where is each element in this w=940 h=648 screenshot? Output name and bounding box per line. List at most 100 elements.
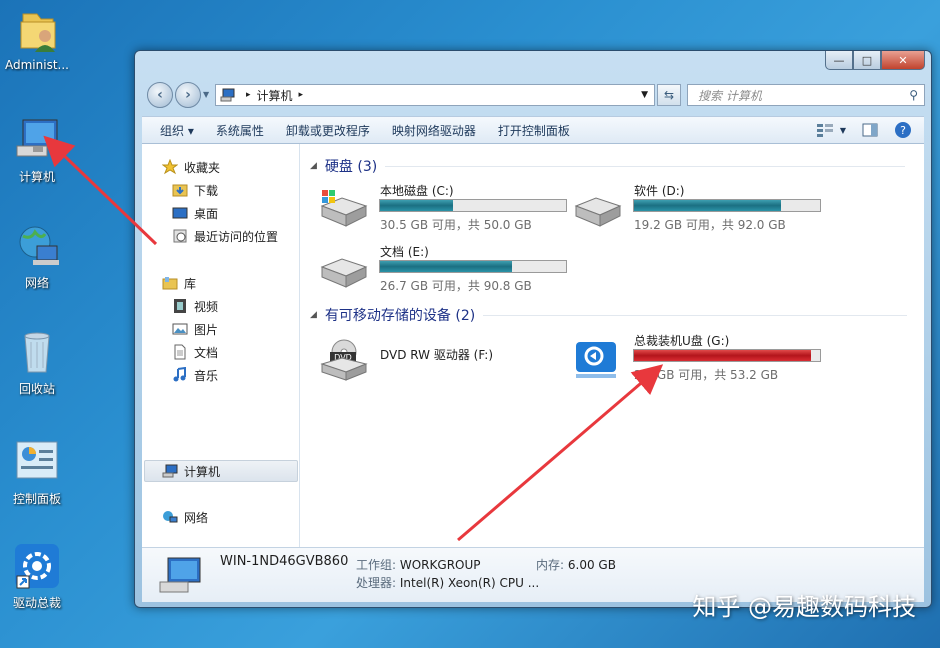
caption-buttons: — □ ✕: [825, 51, 925, 70]
drive-usage-fill: [380, 200, 453, 211]
svg-text:?: ?: [900, 124, 906, 137]
refresh-button[interactable]: ⇆: [657, 84, 681, 106]
search-box[interactable]: 搜索 计算机 ⚲: [687, 84, 925, 106]
desktop-icon-computer[interactable]: 计算机: [4, 116, 70, 185]
desktop-icon-label: 控制面板: [12, 492, 61, 506]
recycle-bin-icon: [13, 328, 61, 376]
drive-free-space: 30.5 GB 可用，共 50.0 GB: [380, 218, 532, 232]
sidebar-item-label: 图片: [194, 322, 219, 337]
drive-g-usb[interactable]: 总裁装机U盘 (G:) 2.6 GB 可用，共 53.2 GB: [572, 330, 822, 386]
preview-pane-button[interactable]: [854, 118, 886, 142]
drive-name: 本地磁盘 (C:): [380, 184, 454, 198]
recent-places-icon: [172, 228, 188, 244]
chevron-down-icon: ▼: [839, 125, 846, 135]
processor-value: Intel(R) Xeon(R) CPU ...: [399, 576, 540, 590]
watermark: 知乎 @易趣数码科技: [692, 593, 916, 621]
drive-e[interactable]: 文档 (E:) 26.7 GB 可用，共 90.8 GB: [318, 241, 568, 297]
driver-app-icon: [13, 542, 61, 590]
system-properties-button[interactable]: 系统属性: [208, 118, 272, 142]
hard-drive-icon: [318, 249, 368, 289]
sidebar-item-computer[interactable]: 计算机: [162, 461, 220, 481]
control-panel-icon: [13, 438, 61, 486]
desktop-icon-label: 网络: [24, 276, 49, 290]
sidebar-item-documents[interactable]: 文档: [172, 342, 218, 362]
breadcrumb-computer[interactable]: 计算机: [257, 87, 293, 104]
sidebar-item-label: 计算机: [184, 464, 221, 479]
search-input[interactable]: 搜索 计算机: [698, 87, 762, 104]
navigation-pane: 收藏夹 下载 桌面 最近访问的位置 库 视频 图片 文档 音乐 计算机 网络: [142, 144, 300, 547]
processor-info: 处理器: Intel(R) Xeon(R) CPU ...: [356, 574, 539, 591]
group-header-hard-disks[interactable]: ◢ 硬盘 (3): [310, 156, 906, 176]
group-header-label: 硬盘 (3): [324, 159, 378, 175]
sidebar-item-recent-places[interactable]: 最近访问的位置: [172, 226, 278, 246]
arrow-right-icon: ›: [185, 87, 191, 103]
drive-usage-fill: [380, 261, 513, 272]
computer-name: WIN-1ND46GVB860: [220, 554, 349, 569]
breadcrumb-separator[interactable]: ▸: [246, 90, 251, 100]
desktop-icon-network[interactable]: 网络: [4, 222, 70, 291]
preview-pane-icon: [862, 123, 878, 137]
desktop-icon-driver-app[interactable]: 驱动总裁: [4, 542, 70, 611]
drive-usage-bar: [633, 199, 821, 212]
sidebar-item-favorites[interactable]: 收藏夹: [161, 157, 221, 177]
refresh-icon: ⇆: [663, 88, 675, 102]
search-icon[interactable]: ⚲: [909, 88, 918, 102]
back-button[interactable]: ‹: [147, 82, 173, 108]
picture-icon: [172, 321, 188, 337]
sidebar-item-videos[interactable]: 视频: [172, 296, 218, 316]
drive-f-dvd[interactable]: DVD DVD RW 驱动器 (F:): [318, 330, 568, 386]
network-icon: [13, 222, 61, 270]
desktop-icon-control-panel[interactable]: 控制面板: [4, 438, 70, 507]
drive-name: 总裁装机U盘 (G:): [634, 334, 730, 348]
library-icon: [162, 275, 178, 291]
sidebar-item-label: 收藏夹: [184, 160, 221, 175]
hard-drive-icon: [572, 188, 622, 228]
help-button[interactable]: ?: [886, 118, 920, 142]
forward-button[interactable]: ›: [175, 82, 201, 108]
uninstall-program-button[interactable]: 卸载或更改程序: [278, 118, 378, 142]
sidebar-item-label: 视频: [194, 299, 219, 314]
recent-pages-dropdown[interactable]: ▼: [203, 90, 209, 99]
drive-free-space: 19.2 GB 可用，共 92.0 GB: [634, 218, 786, 232]
desktop-icon-administrator[interactable]: Administ...: [4, 6, 70, 72]
sidebar-item-libraries[interactable]: 库: [162, 273, 196, 293]
sidebar-item-label: 音乐: [194, 368, 219, 383]
dvd-drive-icon: DVD: [318, 338, 368, 381]
group-divider: [483, 314, 908, 316]
maximize-button[interactable]: □: [853, 51, 881, 70]
sidebar-item-pictures[interactable]: 图片: [172, 319, 218, 339]
sidebar-item-downloads[interactable]: 下载: [172, 180, 218, 200]
processor-label: 处理器:: [356, 576, 397, 590]
group-header-label: 有可移动存储的设备 (2): [324, 308, 476, 324]
view-options-button[interactable]: ▼: [808, 118, 854, 142]
sidebar-item-desktop[interactable]: 桌面: [172, 203, 218, 223]
sidebar-item-network[interactable]: 网络: [162, 507, 208, 527]
memory-label: 内存:: [536, 558, 565, 572]
sidebar-item-label: 最近访问的位置: [194, 229, 279, 244]
map-network-drive-button[interactable]: 映射网络驱动器: [384, 118, 484, 142]
address-bar[interactable]: ▸ 计算机 ▸ ▼: [215, 84, 655, 106]
address-dropdown-icon[interactable]: ▼: [641, 90, 648, 100]
desktop-icon: [172, 205, 188, 221]
computer-large-icon: [158, 556, 202, 596]
group-header-removable[interactable]: ◢ 有可移动存储的设备 (2): [310, 305, 908, 325]
breadcrumb-separator[interactable]: ▸: [299, 90, 304, 100]
minimize-button[interactable]: —: [825, 51, 853, 70]
close-button[interactable]: ✕: [881, 51, 925, 70]
workgroup-info: 工作组: WORKGROUP: [356, 556, 481, 573]
sidebar-item-music[interactable]: 音乐: [172, 365, 218, 385]
organize-button[interactable]: 组织 ▾: [152, 118, 202, 142]
open-control-panel-button[interactable]: 打开控制面板: [490, 118, 578, 142]
workgroup-value: WORKGROUP: [399, 558, 481, 572]
drive-free-space: 2.6 GB 可用，共 53.2 GB: [634, 368, 779, 382]
drive-d[interactable]: 软件 (D:) 19.2 GB 可用，共 92.0 GB: [572, 180, 822, 236]
explorer-window: — □ ✕ ‹ › ▼ ▸ 计算机 ▸ ▼ ⇆ 搜索 计算机 ⚲ 组织 ▾ 系统…: [134, 50, 932, 608]
collapse-icon: ◢: [310, 310, 317, 320]
sidebar-item-label: 下载: [194, 183, 219, 198]
drive-c[interactable]: 本地磁盘 (C:) 30.5 GB 可用，共 50.0 GB: [318, 180, 568, 236]
content-area: 收藏夹 下载 桌面 最近访问的位置 库 视频 图片 文档 音乐 计算机 网络 ◢…: [142, 144, 924, 547]
desktop-icon-recycle-bin[interactable]: 回收站: [4, 328, 70, 397]
sidebar-item-label: 网络: [184, 510, 209, 525]
drive-usage-bar: [633, 349, 821, 362]
arrow-left-icon: ‹: [157, 87, 163, 103]
